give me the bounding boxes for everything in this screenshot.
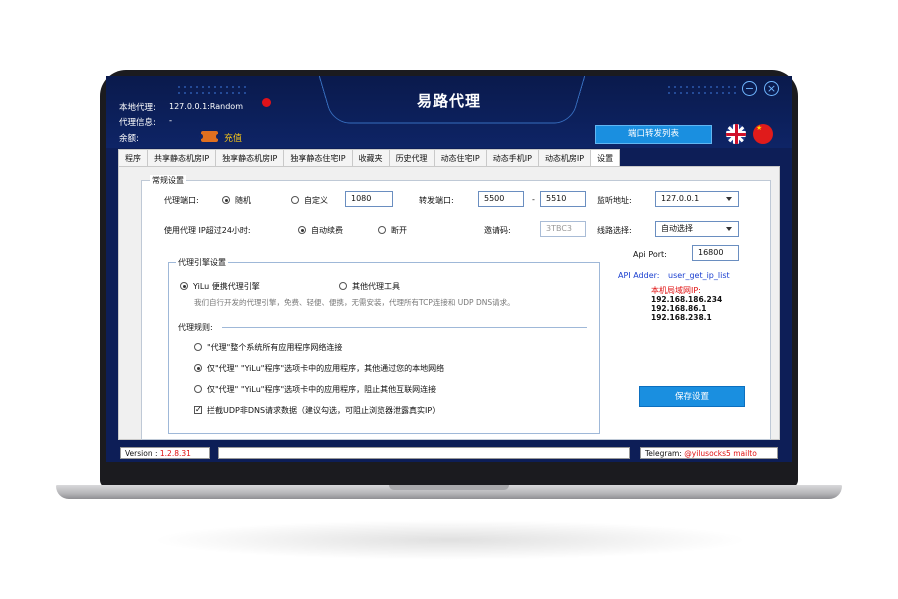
local-proxy-value: 127.0.0.1:Random: [169, 102, 243, 111]
over24h-label: 使用代理 IP超过24小时:: [164, 226, 251, 235]
chevron-down-icon: [726, 197, 732, 201]
rules-divider: [222, 327, 587, 328]
forward-port-label: 转发端口:: [419, 196, 454, 205]
lan-ip-1: 192.168.186.234: [651, 295, 723, 304]
tab-favorites[interactable]: 收藏夹: [351, 149, 390, 166]
block-udp-checkbox[interactable]: ✓: [194, 406, 202, 414]
api-port-label: Api Port:: [633, 250, 667, 259]
rule-local-radio[interactable]: [194, 364, 202, 372]
proxy-info-label: 代理信息:: [119, 118, 156, 128]
listen-addr-label: 监听地址:: [597, 196, 632, 205]
engine-other-label: 其他代理工具: [352, 282, 400, 291]
telegram-label: Telegram:: [645, 449, 682, 458]
tab-history[interactable]: 历史代理: [388, 149, 435, 166]
ticket-icon[interactable]: [199, 131, 220, 142]
tab-bar: 程序 共享静态机房IP 独享静态机房IP 独享静态住宅IP 收藏夹 历史代理 动…: [118, 149, 621, 167]
status-bar: Version : 1.2.8.31 Telegram: @yilusocks5…: [106, 444, 792, 462]
engine-description: 我们自行开发的代理引擎，免费、轻便、便携，无需安装，代理所有TCP连接和 UDP…: [194, 298, 515, 307]
app-window: 易路代理 本地代理: 127.0.0.1:Random 代理信息: - 余额: …: [106, 76, 792, 462]
tab-dedicated-static-dc[interactable]: 独享静态机房IP: [215, 149, 285, 166]
line-select-label: 线路选择:: [597, 226, 632, 235]
tab-dynamic-mobile[interactable]: 动态手机IP: [485, 149, 539, 166]
minimize-icon: −: [744, 82, 755, 95]
rule-all-label: "代理"整个系统所有应用程序网络连接: [207, 343, 343, 352]
disconnect-label: 断开: [391, 226, 407, 235]
api-port-input[interactable]: 16800: [692, 245, 739, 261]
status-message-box: [218, 447, 630, 459]
rules-group-title: 代理规则:: [178, 323, 213, 332]
tab-settings[interactable]: 设置: [590, 149, 621, 167]
english-flag-icon[interactable]: [726, 124, 746, 144]
tab-program[interactable]: 程序: [118, 149, 148, 166]
proxy-port-label: 代理端口:: [164, 196, 199, 205]
laptop-shadow: [150, 520, 750, 560]
proxy-info-value: -: [169, 116, 173, 126]
close-button[interactable]: ×: [764, 81, 779, 96]
recharge-link[interactable]: 充值: [224, 131, 242, 144]
mailto-link[interactable]: mailto: [733, 449, 757, 458]
port-custom-label: 自定义: [304, 196, 328, 205]
minimize-button[interactable]: −: [742, 81, 757, 96]
engine-yilu-radio[interactable]: [180, 282, 188, 290]
rule-local-label: 仅"代理" "YiLu"程序"选项卡中的应用程序，其他通过您的本地网络: [207, 364, 445, 373]
api-adder-value[interactable]: user_get_ip_list: [668, 271, 730, 280]
engine-other-radio[interactable]: [339, 282, 347, 290]
flag-star-icon: ★: [756, 124, 763, 132]
disconnect-radio[interactable]: [378, 226, 386, 234]
lan-ip-3: 192.168.238.1: [651, 313, 712, 322]
version-box: Version : 1.2.8.31: [120, 447, 210, 459]
chevron-down-icon: [726, 227, 732, 231]
rule-block-label: 仅"代理" "YiLu"程序"选项卡中的应用程序，阻止其他互联网连接: [207, 385, 437, 394]
line-select-value: 自动选择: [661, 224, 693, 233]
forward-port-from-input[interactable]: 5500: [478, 191, 524, 207]
invite-code-input[interactable]: 3TBC3: [540, 221, 586, 237]
forward-port-dash: -: [532, 195, 535, 204]
telegram-box: Telegram: @yilusocks5 mailto: [640, 447, 778, 459]
status-dot-icon: [262, 98, 271, 107]
balance-label: 余额:: [119, 134, 139, 144]
api-adder-label: API Adder:: [618, 271, 660, 280]
custom-port-input[interactable]: 1080: [345, 191, 393, 207]
block-udp-label: 拦截UDP非DNS请求数据（建议勾选，可阻止浏览器泄露真实IP）: [207, 406, 441, 415]
local-proxy-label: 本地代理:: [119, 103, 156, 113]
auto-renew-radio[interactable]: [298, 226, 306, 234]
line-select[interactable]: 自动选择: [655, 221, 739, 237]
save-settings-button[interactable]: 保存设置: [639, 386, 745, 407]
tab-dynamic-residential[interactable]: 动态住宅IP: [433, 149, 487, 166]
port-custom-radio[interactable]: [291, 196, 299, 204]
title-bar: 易路代理 本地代理: 127.0.0.1:Random 代理信息: - 余额: …: [106, 76, 792, 148]
auto-renew-label: 自动续费: [311, 226, 343, 235]
engine-yilu-label: YiLu 便携代理引擎: [193, 282, 260, 291]
invite-code-label: 邀请码:: [484, 226, 511, 235]
tab-shared-static-dc[interactable]: 共享静态机房IP: [147, 149, 217, 166]
engine-group-title: 代理引擎设置: [176, 257, 228, 268]
telegram-link[interactable]: @yilusocks5: [684, 449, 731, 458]
version-value: 1.2.8.31: [159, 449, 191, 458]
port-random-radio[interactable]: [222, 196, 230, 204]
close-icon: ×: [766, 82, 777, 95]
tab-dynamic-dc[interactable]: 动态机房IP: [537, 149, 592, 166]
rule-block-radio[interactable]: [194, 385, 202, 393]
laptop-notch: [389, 485, 509, 490]
port-forward-list-button[interactable]: 端口转发列表: [595, 125, 712, 144]
general-group-title: 常规设置: [150, 175, 186, 186]
checkmark-icon: ✓: [195, 405, 202, 414]
port-random-label: 随机: [235, 196, 251, 205]
lan-ip-2: 192.168.86.1: [651, 304, 707, 313]
chinese-flag-icon[interactable]: ★: [753, 124, 773, 144]
listen-addr-select[interactable]: 127.0.0.1: [655, 191, 739, 207]
version-label: Version :: [125, 449, 158, 458]
forward-port-to-input[interactable]: 5510: [540, 191, 586, 207]
tab-dedicated-static-residential[interactable]: 独享静态住宅IP: [283, 149, 353, 166]
listen-addr-value: 127.0.0.1: [661, 194, 700, 203]
rule-all-radio[interactable]: [194, 343, 202, 351]
